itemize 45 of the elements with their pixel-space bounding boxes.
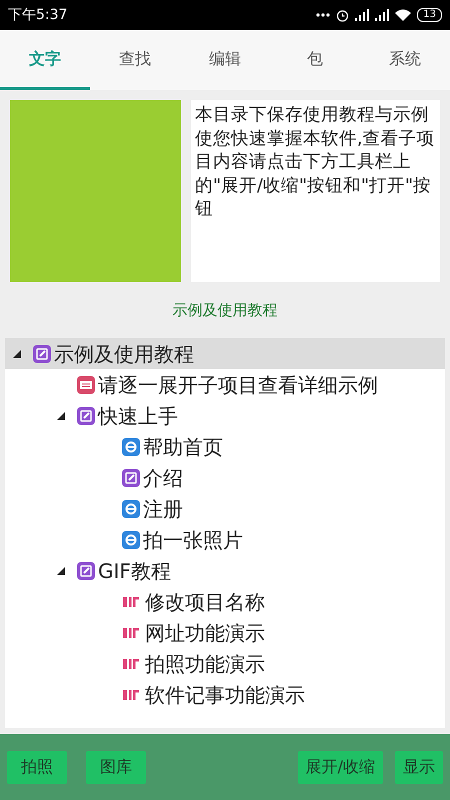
signal-icon	[355, 9, 370, 21]
tree-item[interactable]: 示例及使用教程	[5, 338, 445, 369]
tab[interactable]: 包	[270, 30, 360, 90]
tab[interactable]: 系统	[360, 30, 450, 90]
toolbar-button[interactable]: 显示	[395, 750, 443, 784]
tree-item-label: 介绍	[143, 466, 183, 490]
tree-item-label: 注册	[143, 496, 183, 520]
expanded-caret-icon[interactable]	[13, 350, 21, 358]
gif-icon	[122, 626, 142, 640]
tree-item-label: 快速上手	[98, 404, 178, 428]
tab[interactable]: 编辑	[180, 30, 270, 90]
preview-caption: 示例及使用教程	[172, 300, 278, 321]
browser-icon	[122, 500, 140, 518]
expanded-caret-icon[interactable]	[57, 412, 65, 420]
tree-item-label: 网址功能演示	[145, 620, 265, 644]
toolbar-button[interactable]: 拍照	[7, 750, 67, 784]
signal-icon	[375, 9, 390, 21]
tree-item-label: GIF教程	[98, 558, 171, 582]
card-icon	[77, 376, 95, 394]
tree-item-label: 请逐一展开子项目查看详细示例	[98, 372, 378, 396]
browser-icon	[122, 530, 140, 548]
tree-item-label: 示例及使用教程	[54, 342, 194, 366]
toolbar-button[interactable]: 展开/收缩	[298, 750, 383, 784]
wifi-icon	[395, 9, 412, 21]
more-icon	[316, 13, 330, 17]
battery-level: 13	[417, 8, 442, 22]
tree-item-label: 拍照功能演示	[145, 652, 265, 676]
tree-item-label: 拍一张照片	[143, 528, 243, 552]
edit-icon	[33, 344, 51, 362]
gif-icon	[122, 688, 142, 702]
tree-item-label: 软件记事功能演示	[145, 682, 305, 706]
tab[interactable]: 查找	[90, 30, 180, 90]
description-text: 本目录下保存使用教程与示例使您快速掌握本软件,查看子项目内容请点击下方工具栏上的"展开/收缩"按钮和"打开"按钮	[195, 104, 436, 221]
edit-icon	[122, 468, 140, 486]
browser-icon	[122, 438, 140, 456]
tree-item-label: 帮助首页	[143, 434, 223, 458]
gif-icon	[122, 594, 142, 608]
tree-item-label: 修改项目名称	[145, 590, 265, 614]
gif-icon	[122, 656, 142, 670]
status-time: 下午5:37	[8, 6, 68, 24]
edit-icon	[77, 406, 95, 424]
toolbar-button[interactable]: 图库	[86, 750, 146, 784]
expanded-caret-icon[interactable]	[57, 566, 65, 574]
edit-icon	[77, 562, 95, 580]
alarm-icon	[336, 8, 350, 22]
